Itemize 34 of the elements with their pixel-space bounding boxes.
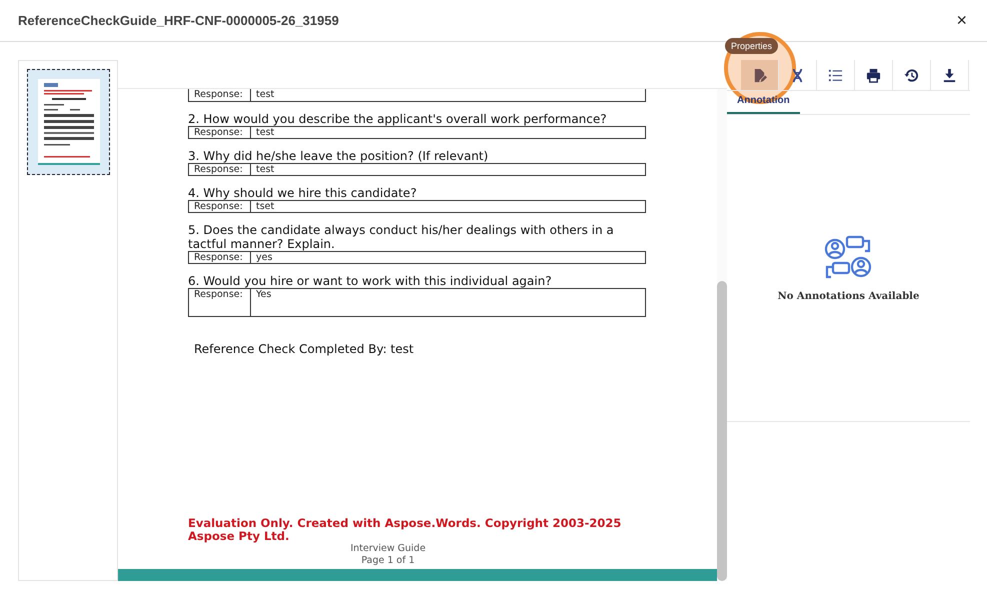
footer-text: Page 1 of 1 [361,555,415,567]
response-value: tset [255,201,274,212]
question-text: 6. Would you hire or want to work with this individual again? [188,274,553,288]
list-icon [828,68,843,82]
response-label: Response: [189,289,251,316]
response-value: Yes [255,289,272,302]
page-thumbnail[interactable] [27,69,110,175]
download-icon [942,68,957,82]
scrollbar-thumb[interactable] [717,281,727,581]
question-text: 5. Does the candidate always conduct his/her dealings with others in a tactful manner? Explain. [188,223,615,251]
response-label: Response: [189,252,251,263]
response-label: Response: [189,164,251,175]
properties-button[interactable] [741,60,779,90]
response-label: Response: [189,127,251,138]
response-value: test [255,127,274,138]
response-value: yes [255,252,272,263]
print-icon [866,68,881,82]
strand-icon [790,68,805,82]
tooltip: Properties [724,38,778,54]
evaluation-notice: Evaluation Only. Created with Aspose.Words. Copyright 2003-2025 Aspose Pty Ltd. [188,517,622,543]
response-label: Response: [189,201,251,212]
question-text: 4. Why should we hire this candidate? [188,186,418,200]
response-value: test [255,89,274,101]
question-text: 3. Why did he/she leave the position? (If relevant) [188,149,490,163]
response-label: Response: [189,89,251,101]
question-text: 2. How would you describe the applicant's overall work performance? [188,112,608,126]
history-icon [904,68,919,82]
response-value: test [255,164,274,175]
completed-by-text: Reference Check Completed By: test [193,342,415,356]
window-title: ReferenceCheckGuide_HRF-CNF-0000005-26_31959 [18,13,339,28]
close-button[interactable]: × [954,10,969,31]
footer-text: Interview Guide [350,543,426,555]
file-edit-icon [752,68,767,82]
empty-state-text: No Annotations Available [778,290,920,302]
